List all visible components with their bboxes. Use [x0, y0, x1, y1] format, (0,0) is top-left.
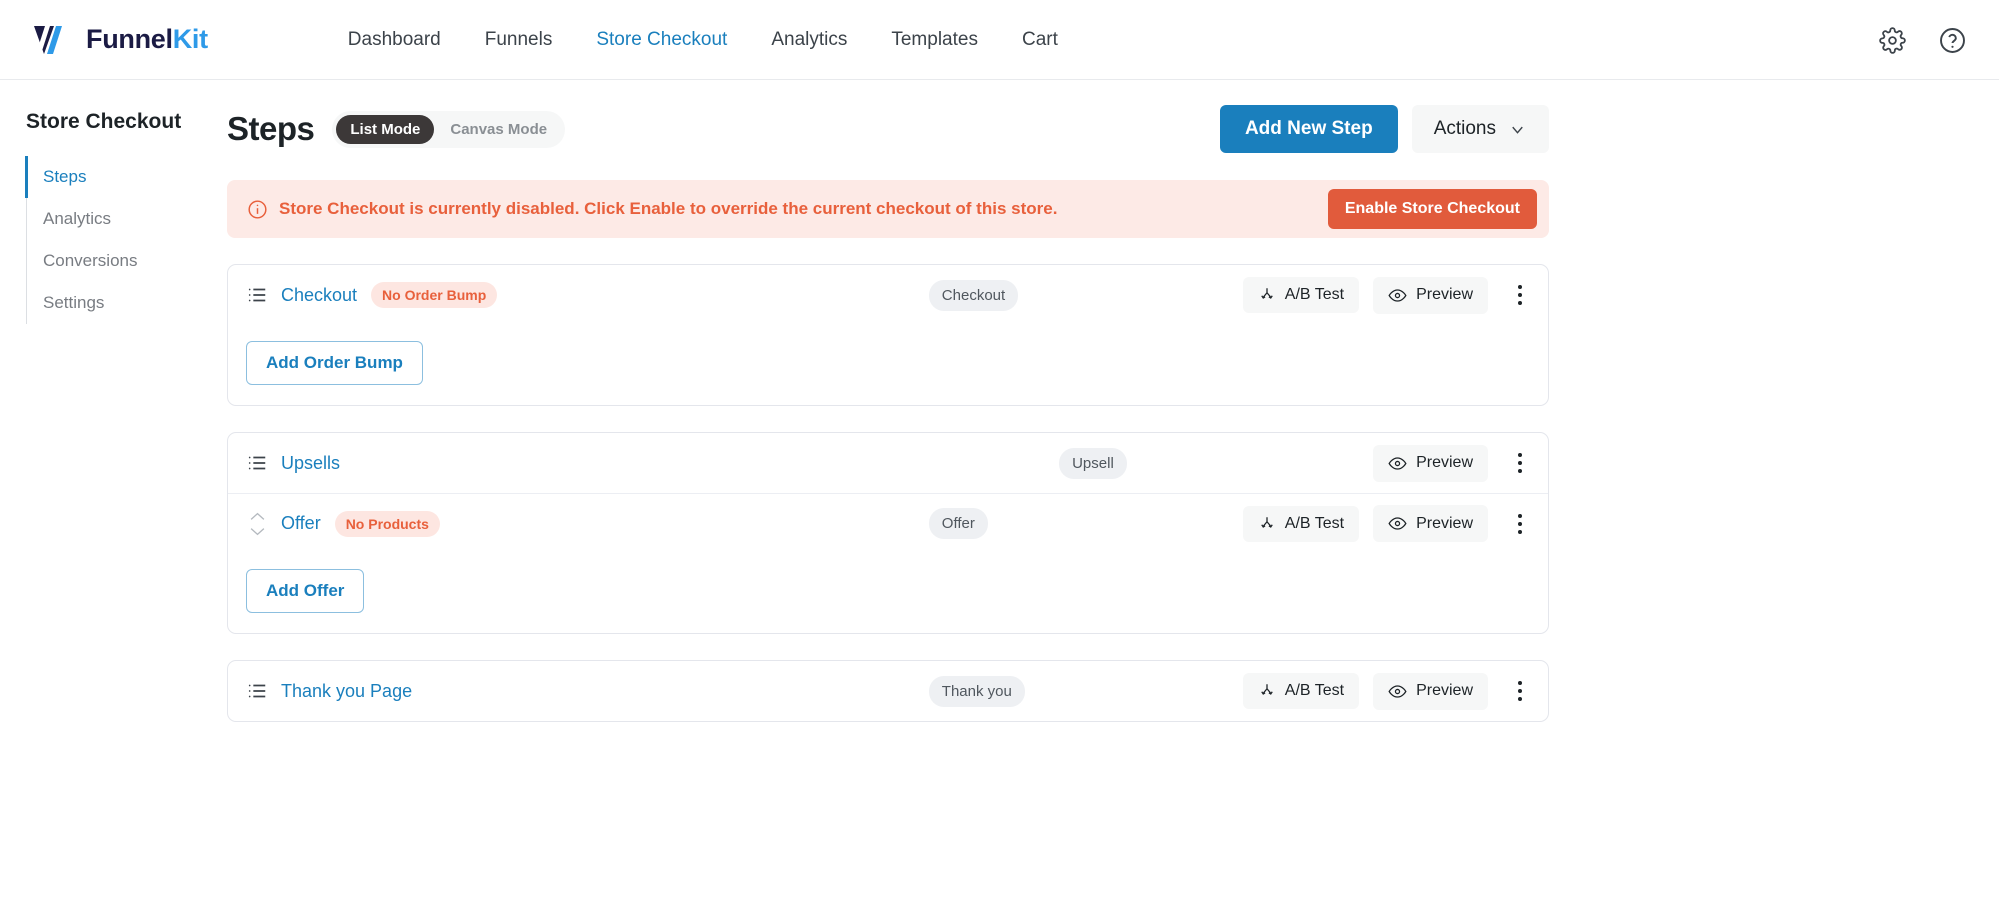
sidebar-item-steps[interactable]: Steps — [25, 156, 226, 198]
nav-item-cart[interactable]: Cart — [1000, 19, 1080, 61]
page-body: Store Checkout Steps Analytics Conversio… — [0, 80, 1999, 918]
ab-test-button[interactable]: A/B Test — [1242, 277, 1360, 313]
table-row: Offer No Products Offer A/B Test Preview — [228, 493, 1548, 553]
preview-label: Preview — [1416, 682, 1473, 699]
step-warning-tag: No Order Bump — [371, 282, 498, 308]
preview-label: Preview — [1416, 286, 1473, 303]
preview-label: Preview — [1416, 454, 1473, 471]
ab-split-icon — [1258, 682, 1276, 700]
funnelkit-logo-icon — [32, 23, 76, 57]
kebab-menu-icon[interactable] — [1508, 511, 1532, 537]
badge-slot: Thank you — [928, 675, 1229, 707]
badge-slot: Offer — [928, 508, 1229, 539]
preview-button[interactable]: Preview — [1373, 276, 1488, 314]
upsells-step-card: Upsells Upsell Preview Offer No Products… — [227, 432, 1549, 634]
step-type-badge: Upsell — [1059, 447, 1127, 479]
sidebar-nav: Steps Analytics Conversions Settings — [25, 156, 226, 324]
ab-test-button[interactable]: A/B Test — [1242, 673, 1360, 709]
add-new-step-button[interactable]: Add New Step — [1219, 105, 1398, 153]
logo-wordmark: FunnelKit — [86, 24, 208, 55]
info-circle-icon — [247, 199, 268, 220]
step-name-link[interactable]: Offer — [281, 513, 321, 534]
view-mode-toggle: List Mode Canvas Mode — [332, 110, 566, 148]
tab-list-mode[interactable]: List Mode — [336, 114, 435, 144]
nav-item-analytics[interactable]: Analytics — [749, 19, 869, 61]
preview-button[interactable]: Preview — [1373, 672, 1488, 710]
add-offer-row: Add Offer — [228, 553, 1548, 633]
ab-test-label: A/B Test — [1284, 682, 1345, 699]
checkout-step-card: Checkout No Order Bump Checkout A/B Test — [227, 264, 1549, 406]
kebab-menu-icon[interactable] — [1508, 282, 1532, 308]
sidebar-item-conversions[interactable]: Conversions — [25, 240, 226, 282]
step-name-link[interactable]: Thank you Page — [281, 681, 412, 702]
funnelkit-logo[interactable]: FunnelKit — [32, 23, 208, 57]
step-name-link[interactable]: Checkout — [281, 285, 357, 306]
enable-store-checkout-button[interactable]: Enable Store Checkout — [1327, 189, 1537, 229]
nav-item-store-checkout[interactable]: Store Checkout — [574, 19, 749, 61]
steps-panel: Steps List Mode Canvas Mode Add New Step… — [227, 105, 1549, 722]
ab-split-icon — [1258, 515, 1276, 533]
page-title: Steps — [227, 110, 315, 147]
nav-item-templates[interactable]: Templates — [869, 19, 1000, 61]
list-lines-icon — [246, 452, 268, 474]
preview-button[interactable]: Preview — [1373, 444, 1488, 482]
ab-test-label: A/B Test — [1284, 286, 1345, 303]
row-actions: Thank you A/B Test Preview — [928, 672, 1532, 710]
table-row: Checkout No Order Bump Checkout A/B Test — [228, 265, 1548, 325]
add-order-bump-button[interactable]: Add Order Bump — [246, 341, 423, 385]
add-offer-button[interactable]: Add Offer — [246, 569, 365, 613]
preview-button[interactable]: Preview — [1373, 505, 1488, 542]
tab-canvas-mode[interactable]: Canvas Mode — [436, 115, 561, 144]
table-row: Upsells Upsell Preview — [228, 433, 1548, 493]
top-navigation-bar: FunnelKit Dashboard Funnels Store Checko… — [0, 0, 1999, 80]
row-actions: Offer A/B Test Preview — [928, 505, 1532, 542]
step-type-badge: Offer — [928, 508, 988, 539]
badge-slot: Upsell — [1059, 447, 1359, 479]
main-nav: Dashboard Funnels Store Checkout Analyti… — [326, 19, 1080, 61]
sidebar-item-settings[interactable]: Settings — [25, 282, 226, 324]
kebab-menu-icon[interactable] — [1508, 678, 1532, 704]
sidebar-title: Store Checkout — [26, 110, 182, 133]
logo-word-kit: Kit — [172, 24, 208, 54]
chevron-down-icon — [1508, 120, 1527, 139]
step-warning-tag: No Products — [334, 510, 440, 537]
store-checkout-disabled-alert: Store Checkout is currently disabled. Cl… — [227, 180, 1549, 238]
ab-test-label: A/B Test — [1284, 514, 1345, 532]
badge-slot: Checkout — [928, 279, 1229, 311]
sort-up-down-icon[interactable] — [246, 512, 268, 536]
row-actions: Upsell Preview — [1059, 444, 1532, 482]
header-actions: Add New Step Actions — [1219, 105, 1549, 153]
add-order-bump-row: Add Order Bump — [228, 325, 1548, 405]
preview-label: Preview — [1416, 514, 1473, 532]
step-type-badge: Checkout — [928, 279, 1019, 311]
ab-test-button[interactable]: A/B Test — [1242, 505, 1360, 542]
sidebar-item-analytics[interactable]: Analytics — [25, 198, 226, 240]
alert-message: Store Checkout is currently disabled. Cl… — [279, 199, 1058, 218]
eye-icon — [1388, 286, 1407, 305]
main-content: Steps List Mode Canvas Mode Add New Step… — [226, 80, 1999, 918]
left-sidebar: Store Checkout Steps Analytics Conversio… — [0, 80, 226, 918]
nav-item-dashboard[interactable]: Dashboard — [326, 19, 463, 61]
step-type-badge: Thank you — [928, 675, 1025, 707]
eye-icon — [1388, 454, 1407, 473]
thankyou-step-card: Thank you Page Thank you A/B Test Previe… — [227, 660, 1549, 722]
nav-item-funnels[interactable]: Funnels — [463, 19, 575, 61]
row-actions: Checkout A/B Test Preview — [928, 276, 1532, 314]
list-lines-icon — [246, 680, 268, 702]
eye-icon — [1388, 682, 1407, 701]
kebab-menu-icon[interactable] — [1508, 450, 1532, 476]
steps-header: Steps List Mode Canvas Mode Add New Step… — [227, 105, 1549, 153]
gear-icon[interactable] — [1877, 25, 1907, 55]
ab-split-icon — [1258, 286, 1276, 304]
list-lines-icon — [246, 284, 268, 306]
actions-dropdown-button[interactable]: Actions — [1411, 105, 1549, 153]
table-row: Thank you Page Thank you A/B Test Previe… — [228, 661, 1548, 721]
top-bar-actions — [1877, 0, 1967, 80]
logo-word-funnel: Funnel — [86, 24, 173, 54]
actions-label: Actions — [1433, 118, 1496, 139]
question-circle-icon[interactable] — [1937, 25, 1967, 55]
step-name-link[interactable]: Upsells — [281, 453, 340, 474]
eye-icon — [1388, 514, 1407, 533]
